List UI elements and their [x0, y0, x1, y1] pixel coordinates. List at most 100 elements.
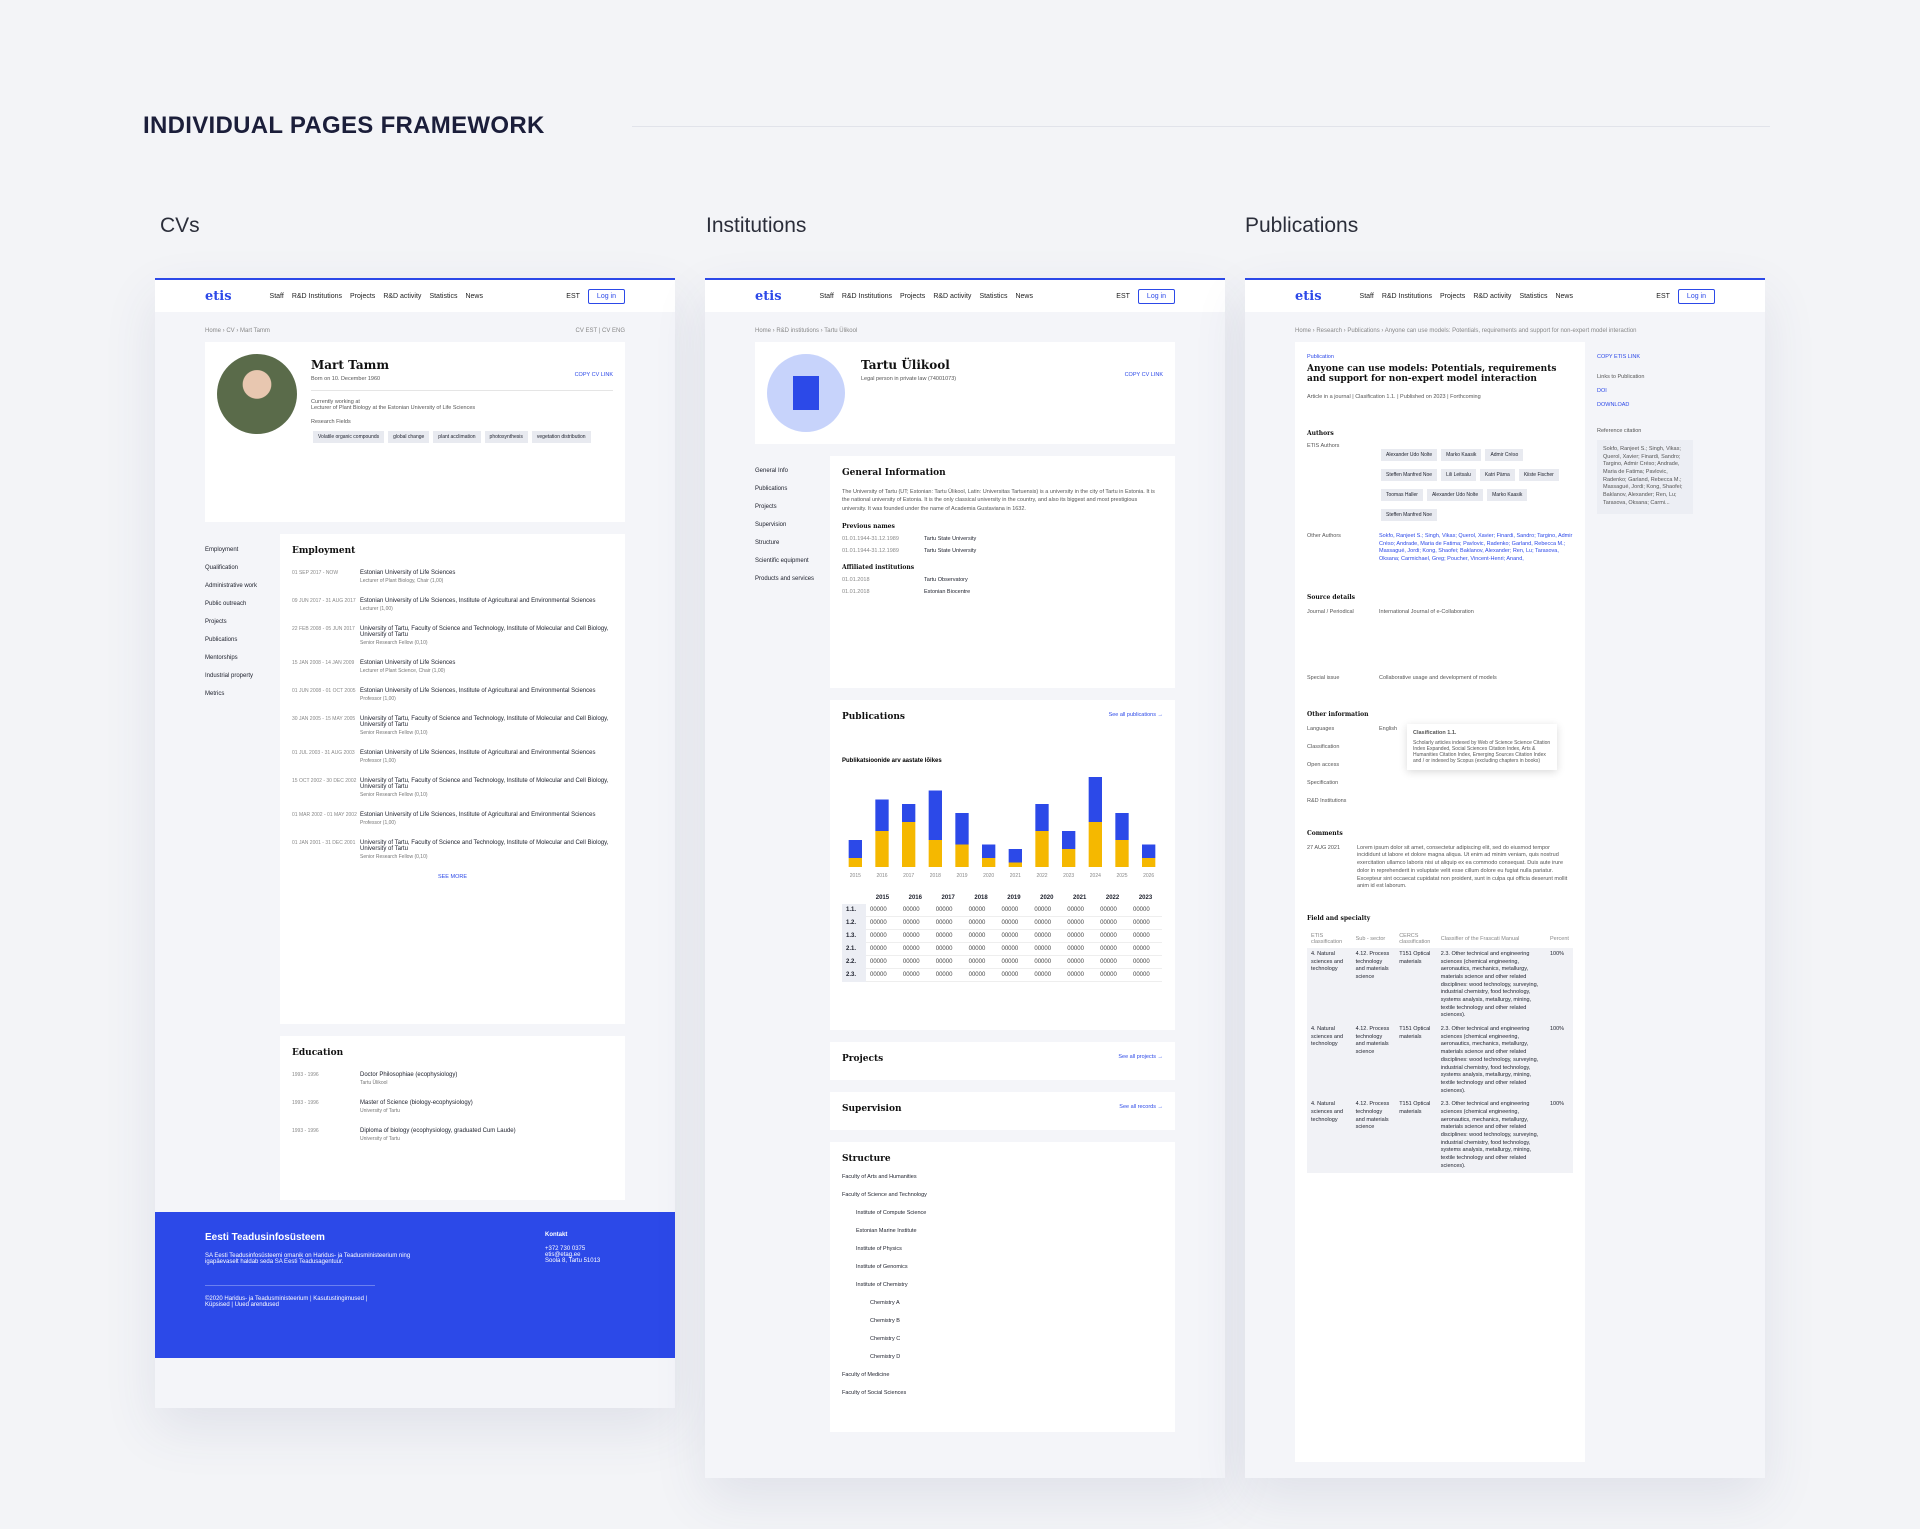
- chart-bar[interactable]: [982, 858, 996, 867]
- chart-bar[interactable]: [1062, 831, 1076, 849]
- nav-rd-activity[interactable]: R&D activity: [1473, 293, 1511, 300]
- nav-rd-activity[interactable]: R&D activity: [383, 293, 421, 300]
- side-nav-item[interactable]: Administrative work: [205, 583, 257, 589]
- side-nav-item[interactable]: Employment: [205, 547, 257, 553]
- see-all-records[interactable]: See all records →: [1119, 1104, 1163, 1118]
- copy-etis-link[interactable]: COPY ETIS LINK: [1597, 354, 1693, 360]
- author-chip[interactable]: Steffen Manfred Noe: [1381, 469, 1438, 481]
- chart-bar[interactable]: [928, 790, 942, 841]
- chart-bar[interactable]: [1035, 831, 1049, 867]
- nav-projects[interactable]: Projects: [1440, 293, 1465, 300]
- nav-institutions[interactable]: R&D Institutions: [292, 293, 342, 300]
- structure-item[interactable]: Faculty of Arts and Humanities: [842, 1174, 1163, 1180]
- nav-rd-activity[interactable]: R&D activity: [933, 293, 971, 300]
- nav-statistics[interactable]: Statistics: [1519, 293, 1547, 300]
- chart-bar[interactable]: [1035, 804, 1049, 831]
- nav-news[interactable]: News: [1015, 293, 1033, 300]
- structure-item[interactable]: Institute of Compute Science: [842, 1210, 1163, 1216]
- side-nav-item[interactable]: Products and services: [755, 576, 814, 582]
- other-authors-list[interactable]: Sokfo, Ranjeet S.; Singh, Vikas; Querol,…: [1379, 533, 1573, 564]
- structure-item[interactable]: Estonian Marine Institute: [842, 1228, 1163, 1234]
- chart-bar[interactable]: [902, 822, 916, 867]
- chart-bar[interactable]: [928, 840, 942, 867]
- download-link[interactable]: DOWNLOAD: [1597, 402, 1693, 408]
- language-switch[interactable]: EST: [566, 293, 580, 300]
- side-nav-item[interactable]: General Info: [755, 468, 814, 474]
- see-all-publications[interactable]: See all publications →: [1109, 712, 1163, 722]
- nav-staff[interactable]: Staff: [270, 293, 284, 300]
- author-chip[interactable]: Kiiste Fischer: [1518, 469, 1559, 481]
- doi-link[interactable]: DOI: [1597, 388, 1693, 394]
- side-nav-item[interactable]: Public outreach: [205, 601, 257, 607]
- author-chip[interactable]: Alexander Udo Nolte: [1426, 489, 1484, 501]
- side-nav-item[interactable]: Publications: [205, 637, 257, 643]
- author-chip[interactable]: Marko Kaasik: [1487, 489, 1528, 501]
- see-all-projects[interactable]: See all projects →: [1118, 1054, 1163, 1068]
- chart-bar[interactable]: [875, 799, 889, 832]
- author-chip[interactable]: Marko Kaasik: [1441, 449, 1482, 461]
- chart-bar[interactable]: [1142, 844, 1156, 859]
- chart-bar[interactable]: [1008, 849, 1022, 863]
- chart-bar[interactable]: [1115, 840, 1129, 867]
- nav-institutions[interactable]: R&D Institutions: [842, 293, 892, 300]
- side-nav-item[interactable]: Projects: [205, 619, 257, 625]
- nav-staff[interactable]: Staff: [820, 293, 834, 300]
- nav-news[interactable]: News: [465, 293, 483, 300]
- language-switch[interactable]: EST: [1656, 293, 1670, 300]
- side-nav-item[interactable]: Structure: [755, 540, 814, 546]
- chart-bar[interactable]: [1088, 822, 1102, 867]
- language-switch[interactable]: EST: [1116, 293, 1130, 300]
- nav-news[interactable]: News: [1555, 293, 1573, 300]
- structure-item[interactable]: Chemistry D: [842, 1354, 1163, 1360]
- breadcrumb[interactable]: Home › CV › Mart Tamm: [205, 328, 270, 334]
- nav-projects[interactable]: Projects: [900, 293, 925, 300]
- chart-bar[interactable]: [1115, 813, 1129, 840]
- chart-bar[interactable]: [1088, 777, 1102, 822]
- structure-item[interactable]: Faculty of Medicine: [842, 1372, 1163, 1378]
- cv-language-links[interactable]: CV EST | CV ENG: [576, 328, 625, 334]
- nav-institutions[interactable]: R&D Institutions: [1382, 293, 1432, 300]
- copy-cv-link[interactable]: COPY CV LINK: [575, 372, 613, 378]
- breadcrumb[interactable]: Home › Research › Publications › Anyone …: [1295, 328, 1637, 334]
- chart-bar[interactable]: [848, 840, 862, 858]
- author-chip[interactable]: Alexander Udo Nolte: [1381, 449, 1438, 461]
- structure-item[interactable]: Chemistry A: [842, 1300, 1163, 1306]
- side-nav-item[interactable]: Industrial property: [205, 673, 257, 679]
- side-nav-item[interactable]: Metrics: [205, 691, 257, 697]
- structure-item[interactable]: Institute of Genomics: [842, 1264, 1163, 1270]
- chart-bar[interactable]: [848, 858, 862, 867]
- nav-statistics[interactable]: Statistics: [429, 293, 457, 300]
- chart-bar[interactable]: [902, 804, 916, 822]
- author-chip[interactable]: Katri Pärna: [1479, 469, 1515, 481]
- author-chip[interactable]: Toomas Haller: [1381, 489, 1423, 501]
- side-nav-item[interactable]: Projects: [755, 504, 814, 510]
- chart-bar[interactable]: [875, 831, 889, 867]
- structure-item[interactable]: Chemistry B: [842, 1318, 1163, 1324]
- author-chip[interactable]: Lili Leitsalu: [1441, 469, 1476, 481]
- author-chip[interactable]: Steffen Manfred Noe: [1381, 509, 1438, 521]
- chart-bar[interactable]: [1008, 862, 1022, 868]
- etis-logo[interactable]: etis: [1295, 289, 1322, 304]
- structure-item[interactable]: Chemistry C: [842, 1336, 1163, 1342]
- side-nav-item[interactable]: Scientific equipment: [755, 558, 814, 564]
- side-nav-item[interactable]: Mentorships: [205, 655, 257, 661]
- login-button[interactable]: Log in: [587, 288, 625, 304]
- etis-logo[interactable]: etis: [205, 289, 232, 304]
- copy-link[interactable]: COPY CV LINK: [1125, 372, 1163, 378]
- nav-projects[interactable]: Projects: [350, 293, 375, 300]
- structure-item[interactable]: Institute of Chemistry: [842, 1282, 1163, 1288]
- chart-bar[interactable]: [1142, 858, 1156, 867]
- nav-staff[interactable]: Staff: [1360, 293, 1374, 300]
- structure-item[interactable]: Faculty of Science and Technology: [842, 1192, 1163, 1198]
- nav-statistics[interactable]: Statistics: [979, 293, 1007, 300]
- chart-bar[interactable]: [955, 813, 969, 845]
- chart-bar[interactable]: [1062, 849, 1076, 867]
- see-more-button[interactable]: SEE MORE: [292, 874, 613, 880]
- structure-item[interactable]: Faculty of Social Sciences: [842, 1390, 1163, 1396]
- side-nav-item[interactable]: Qualification: [205, 565, 257, 571]
- login-button[interactable]: Log in: [1137, 288, 1175, 304]
- chart-bar[interactable]: [955, 844, 969, 868]
- side-nav-item[interactable]: Supervision: [755, 522, 814, 528]
- author-chip[interactable]: Admir Créso: [1485, 449, 1524, 461]
- side-nav-item[interactable]: Publications: [755, 486, 814, 492]
